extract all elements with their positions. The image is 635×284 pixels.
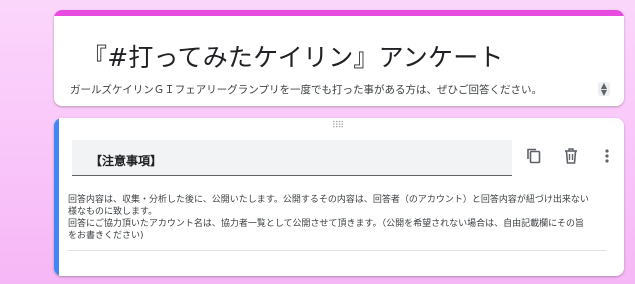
form-title[interactable]: 『#打ってみたケイリン』アンケート — [82, 38, 504, 74]
more-vert-icon[interactable] — [597, 146, 617, 166]
form-header-card: 『#打ってみたケイリン』アンケート ガールズケイリンＧＩフェアリーグランプリを一… — [54, 10, 624, 106]
description-line: をお書きください) — [68, 231, 144, 241]
drag-handle-icon[interactable]: ⠿⠿ — [332, 121, 344, 131]
form-description[interactable]: ガールズケイリンＧＩフェアリーグランプリを一度でも打った事がある方は、ぜひご回答… — [70, 82, 542, 97]
question-title[interactable]: 【注意事項】 — [90, 152, 162, 169]
question-description[interactable]: 回答内容は、収集・分析した後に、公開いたします。公開するその内容は、回答者（のア… — [68, 194, 608, 242]
question-card[interactable]: ⠿⠿ 【注意事項】 回答内容は、収集・分析した後に、公開いたします。公開するその… — [54, 118, 624, 276]
header-accent-bar — [54, 10, 624, 16]
description-underline — [68, 250, 606, 251]
question-title-field[interactable]: 【注意事項】 — [72, 140, 512, 176]
description-scroll-stepper[interactable]: ▲ ▼ — [598, 82, 610, 97]
description-line: 回答内容は、収集・分析した後に、公開いたします。公開するその内容は、回答者（のア… — [68, 195, 589, 205]
active-card-indicator — [54, 118, 59, 276]
delete-icon[interactable] — [561, 146, 581, 166]
description-line: 回答にご協力頂いたアカウント名は、協力者一覧として公開させて頂きます。（公開を希… — [68, 219, 584, 229]
copy-icon[interactable] — [524, 146, 544, 166]
description-line: 様なものに致します。 — [68, 207, 158, 217]
